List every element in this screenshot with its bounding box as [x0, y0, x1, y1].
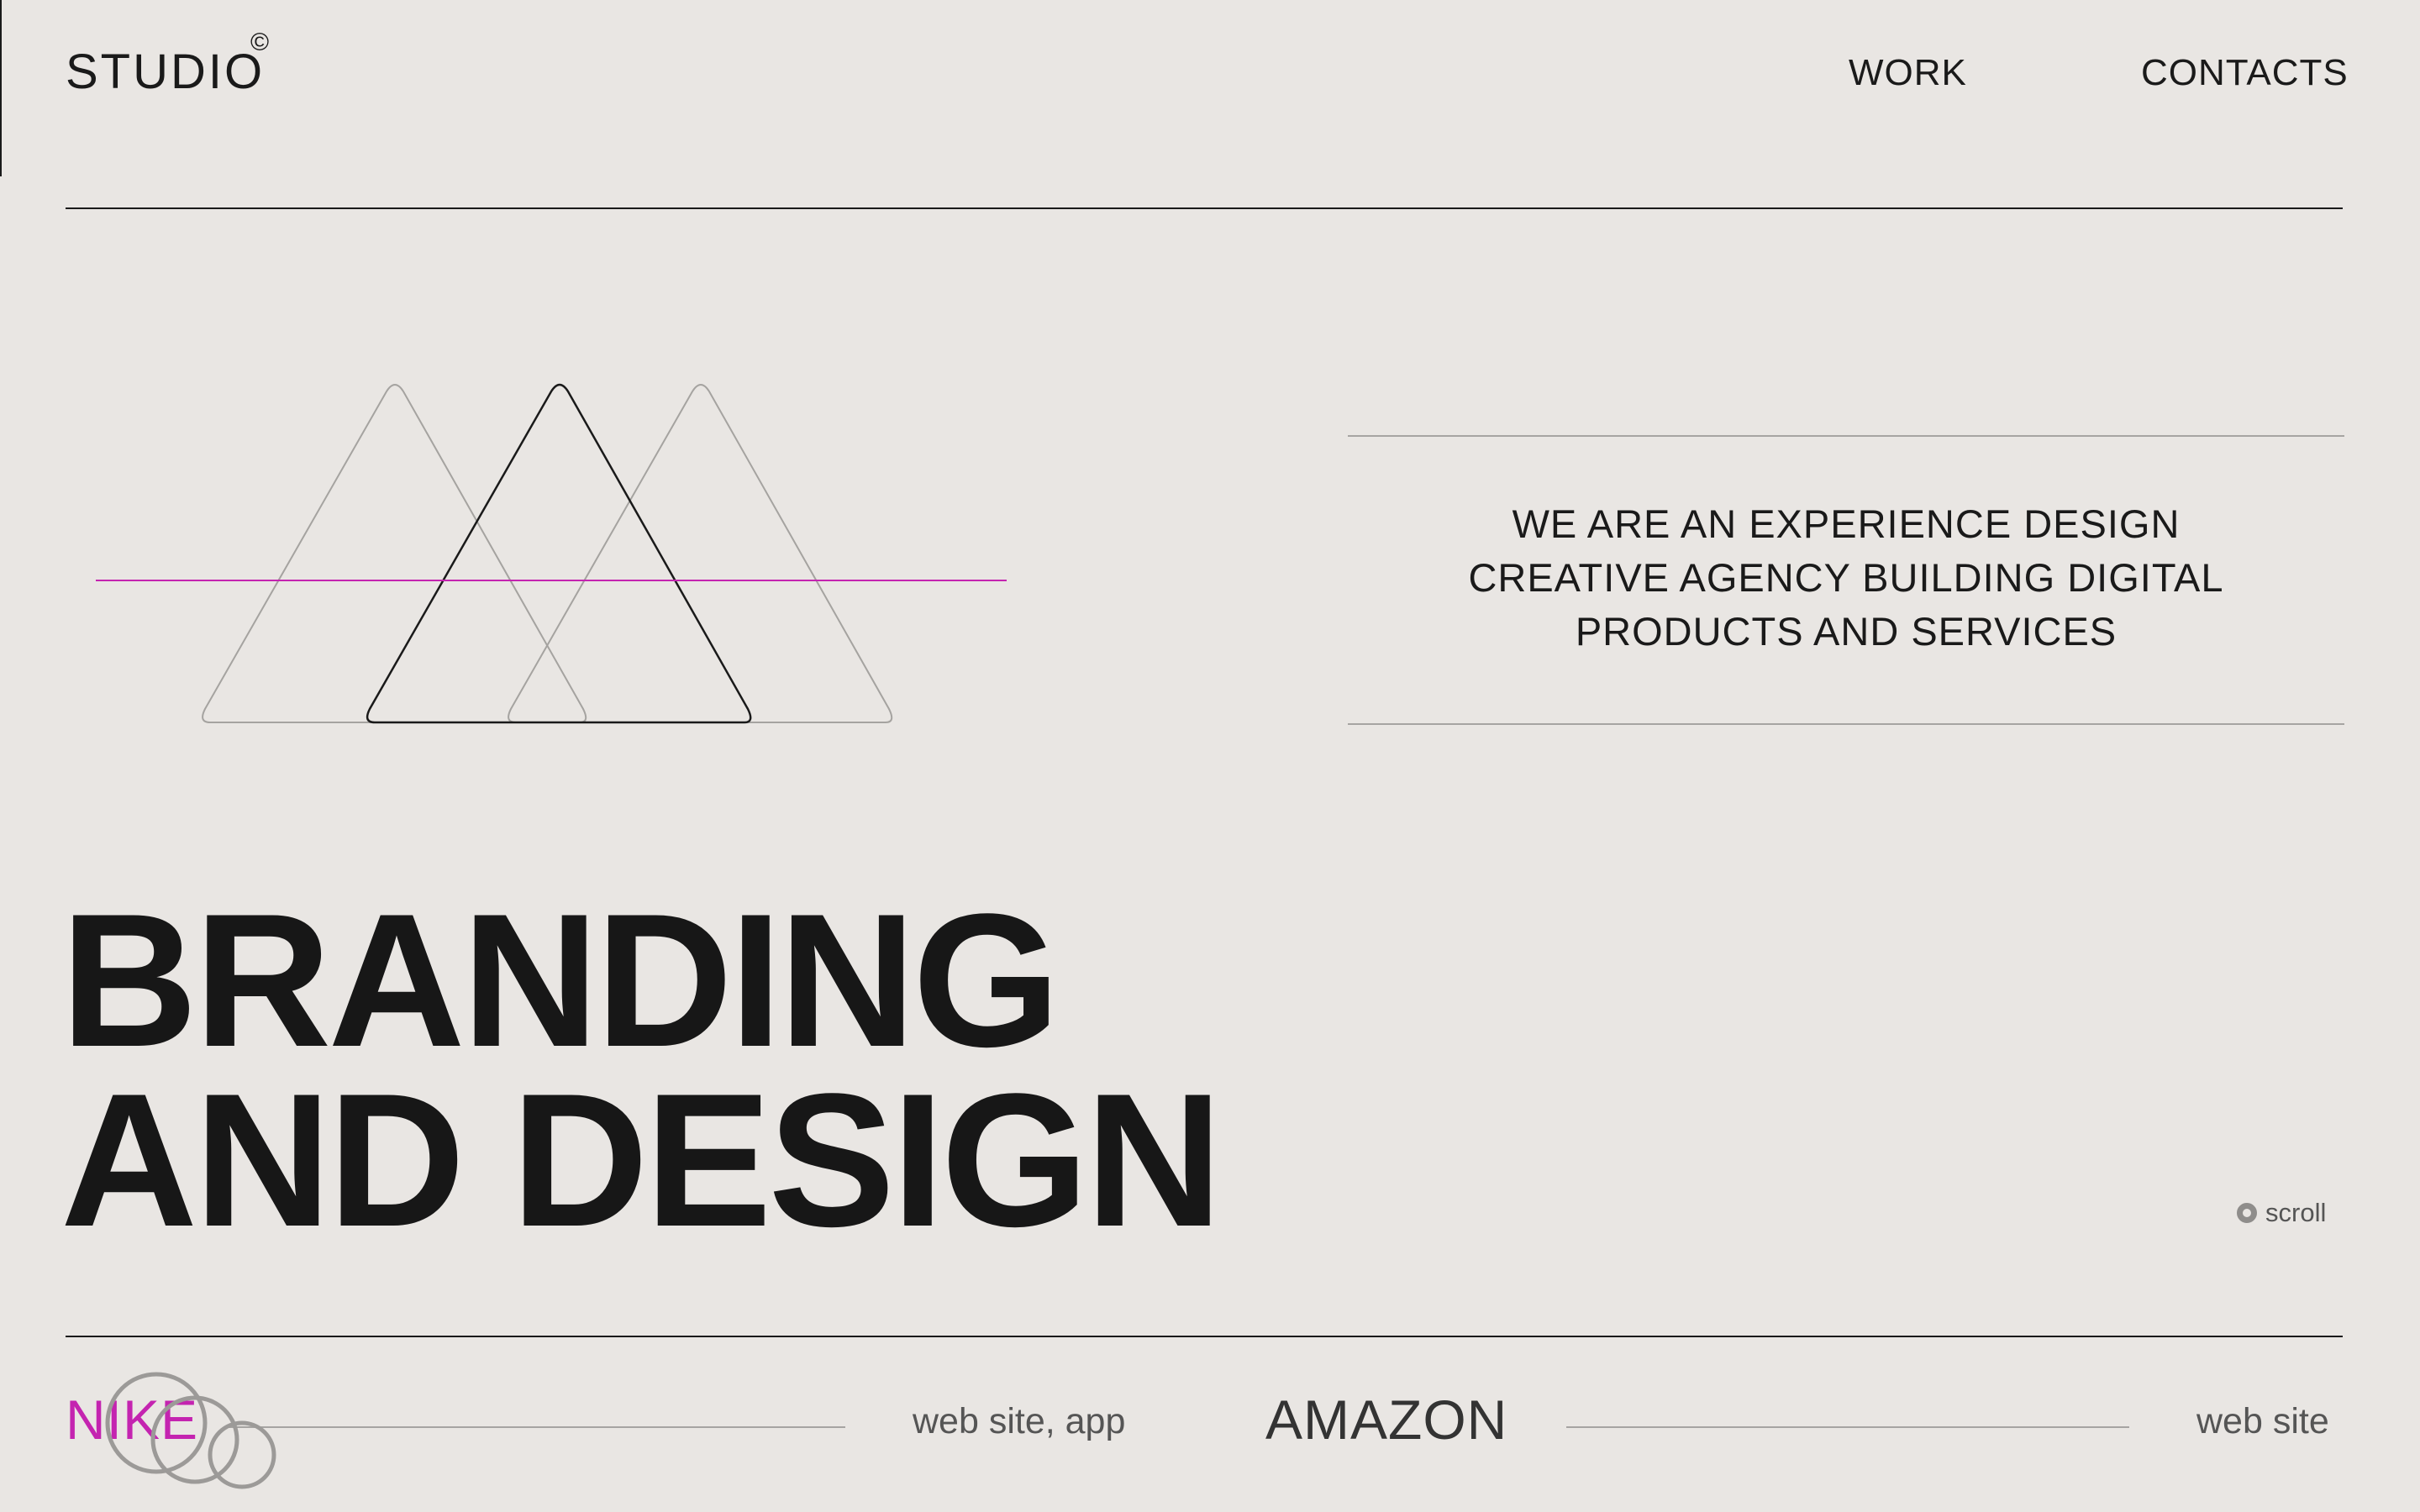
circles-cursor-icon	[105, 1372, 276, 1489]
triangle-right	[508, 384, 893, 723]
nav-work-link[interactable]: WORK	[1849, 52, 1967, 94]
tagline-bottom-rule	[1348, 723, 2344, 725]
tagline-line: WE ARE AN EXPERIENCE DESIGN	[1512, 501, 2181, 546]
agency-tagline: WE ARE AN EXPERIENCE DESIGN CREATIVE AGE…	[1348, 497, 2344, 659]
project-tags: web site, app	[913, 1401, 1126, 1441]
project-line	[1566, 1426, 2129, 1428]
scroll-label: scroll	[2265, 1198, 2327, 1227]
project-tags: web site	[2196, 1401, 2329, 1441]
tagline-line: CREATIVE AGENCY BUILDING DIGITAL	[1468, 555, 2224, 600]
tagline-top-rule	[1348, 435, 2344, 437]
triangle-center	[366, 383, 752, 724]
scroll-indicator[interactable]: scroll	[2237, 1198, 2326, 1228]
scroll-dot-icon	[2237, 1203, 2257, 1223]
tagline-line: PRODUCTS AND SERVICES	[1575, 609, 2118, 654]
project-name[interactable]: AMAZON	[1265, 1388, 1507, 1452]
projects-divider	[66, 1336, 2343, 1337]
nav-contacts-link[interactable]: CONTACTS	[2141, 52, 2349, 94]
